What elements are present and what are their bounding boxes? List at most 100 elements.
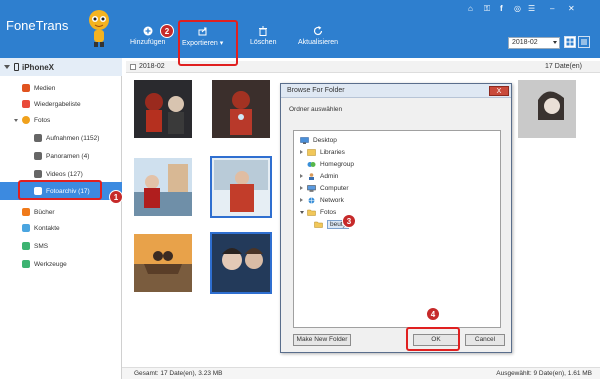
cart-icon[interactable]: ⌂ xyxy=(468,4,473,13)
key-icon[interactable]: ⚿ xyxy=(484,4,490,14)
tree-node-label: Admin xyxy=(320,172,339,180)
sidebar-item-label: Panoramen (4) xyxy=(46,152,90,160)
sidebar-item-buecher[interactable]: Bücher xyxy=(0,204,122,220)
sidebar-item-label: Videos (127) xyxy=(46,170,83,178)
chevron-down-icon xyxy=(553,41,557,44)
camera-icon xyxy=(34,134,42,142)
book-icon xyxy=(22,208,30,216)
folder-tree[interactable]: Desktop Libraries Homegroup Admin Comput… xyxy=(293,130,501,328)
sidebar-item-label: Wiedergabeliste xyxy=(34,100,81,108)
photos-icon xyxy=(22,116,30,124)
expand-icon[interactable] xyxy=(14,118,18,122)
media-icon xyxy=(22,84,30,92)
sidebar-item-panoramen[interactable]: Panoramen (4) xyxy=(0,148,122,164)
tree-node-computer[interactable]: Computer xyxy=(300,183,349,193)
photo-thumbnail[interactable] xyxy=(134,80,192,138)
collapse-icon[interactable] xyxy=(300,210,304,214)
expand-icon[interactable] xyxy=(300,150,303,154)
sidebar-item-wiedergabeliste[interactable]: Wiedergabeliste xyxy=(0,96,122,112)
sidebar-item-label: Kontakte xyxy=(34,224,60,232)
list-view-button[interactable] xyxy=(578,36,590,48)
sidebar-item-sms[interactable]: SMS xyxy=(0,238,122,254)
network-icon xyxy=(308,197,315,203)
photo-thumbnail[interactable] xyxy=(134,234,192,292)
expand-icon[interactable] xyxy=(300,174,303,178)
sidebar-item-werkzeuge[interactable]: Werkzeuge xyxy=(0,256,122,272)
status-selected: Ausgewählt: 9 Date(en), 1.61 MB xyxy=(496,370,592,377)
sidebar-item-label: SMS xyxy=(34,242,49,250)
refresh-button[interactable]: Aktualisieren xyxy=(298,26,338,54)
grid-view-button[interactable] xyxy=(564,36,576,48)
fotoarchiv-highlight-box xyxy=(18,180,102,200)
photo-thumbnail[interactable] xyxy=(134,158,192,216)
photo-thumbnail[interactable] xyxy=(518,80,576,138)
dialog-title: Browse For Folder xyxy=(287,87,345,94)
contacts-icon xyxy=(22,224,30,232)
sidebar-item-label: Bücher xyxy=(34,208,55,216)
app-brand: FoneTrans xyxy=(0,0,122,58)
photo-thumbnail[interactable] xyxy=(210,156,272,218)
grid-icon xyxy=(566,38,574,46)
tree-node-homegroup[interactable]: Homegroup xyxy=(307,159,354,169)
mascot-logo-icon xyxy=(89,10,109,47)
sidebar-item-label: Aufnahmen (1152) xyxy=(46,134,100,142)
date-filter-value: 2018-02 xyxy=(512,39,538,46)
photo-thumbnail[interactable] xyxy=(212,80,270,138)
select-all-checkbox[interactable] xyxy=(130,63,136,70)
cancel-button[interactable]: Cancel xyxy=(465,334,505,346)
menu-icon[interactable]: ☰ xyxy=(528,4,535,13)
step-badge-3: 3 xyxy=(342,214,356,228)
status-bar: Gesamt: 17 Date(en), 3.23 MB Ausgewählt:… xyxy=(122,367,600,379)
sidebar-item-medien[interactable]: Medien xyxy=(0,80,122,96)
desktop-icon xyxy=(300,136,309,144)
make-new-folder-button[interactable]: Make New Folder xyxy=(293,334,351,346)
tree-node-label: Desktop xyxy=(313,136,337,144)
tree-node-fotos[interactable]: Fotos xyxy=(300,207,336,217)
dialog-close-button[interactable]: X xyxy=(489,86,509,96)
tools-icon xyxy=(22,260,30,268)
trash-icon xyxy=(259,26,268,36)
sidebar-item-fotos[interactable]: Fotos xyxy=(0,112,122,128)
app-title: FoneTrans xyxy=(6,18,69,33)
minimize-icon[interactable]: – xyxy=(550,4,554,13)
delete-label: Löschen xyxy=(250,39,277,46)
sidebar-item-aufnahmen[interactable]: Aufnahmen (1152) xyxy=(0,130,122,146)
tree-node-libraries[interactable]: Libraries xyxy=(300,147,345,157)
date-filter-select[interactable]: 2018-02 xyxy=(508,37,560,49)
add-icon xyxy=(143,26,153,36)
tree-node-desktop[interactable]: Desktop xyxy=(300,135,337,145)
user-icon xyxy=(309,172,314,180)
dialog-instruction: Ordner auswählen xyxy=(289,106,343,113)
expand-icon[interactable] xyxy=(300,198,303,202)
dialog-titlebar: Browse For Folder X xyxy=(281,84,511,98)
computer-icon xyxy=(307,184,316,192)
photo-thumbnail[interactable] xyxy=(210,232,272,294)
device-row[interactable]: iPhoneX xyxy=(0,58,122,76)
folder-icon xyxy=(307,209,316,216)
sidebar-item-kontakte[interactable]: Kontakte xyxy=(0,220,122,236)
sidebar: iPhoneX Medien Wiedergabeliste Fotos Auf… xyxy=(0,58,122,379)
date-group-label: 2018-02 xyxy=(139,63,165,70)
ok-highlight-box xyxy=(406,327,460,351)
collapse-icon[interactable] xyxy=(4,65,10,69)
panorama-icon xyxy=(34,152,42,160)
add-label: Hinzufügen xyxy=(130,39,166,46)
sms-icon xyxy=(22,242,30,250)
homegroup-icon xyxy=(307,161,316,167)
expand-icon[interactable] xyxy=(300,186,303,190)
close-icon[interactable]: ✕ xyxy=(568,4,575,13)
facebook-icon[interactable]: f xyxy=(500,4,503,13)
date-group-count: 17 Date(en) xyxy=(545,63,582,70)
tree-node-label: Libraries xyxy=(320,148,345,156)
chat-icon[interactable]: ◎ xyxy=(514,4,521,13)
delete-button[interactable]: Löschen xyxy=(250,26,276,54)
export-highlight-box xyxy=(178,20,238,66)
step-badge-2: 2 xyxy=(160,24,174,38)
sidebar-item-label: Medien xyxy=(34,84,56,92)
tree-node-network[interactable]: Network xyxy=(300,195,344,205)
status-total: Gesamt: 17 Date(en), 3.23 MB xyxy=(134,370,223,377)
tree-node-admin[interactable]: Admin xyxy=(300,171,338,181)
browse-folder-dialog: Browse For Folder X Ordner auswählen Des… xyxy=(280,83,512,353)
list-icon xyxy=(581,39,587,45)
tree-node-label: Computer xyxy=(320,184,349,192)
